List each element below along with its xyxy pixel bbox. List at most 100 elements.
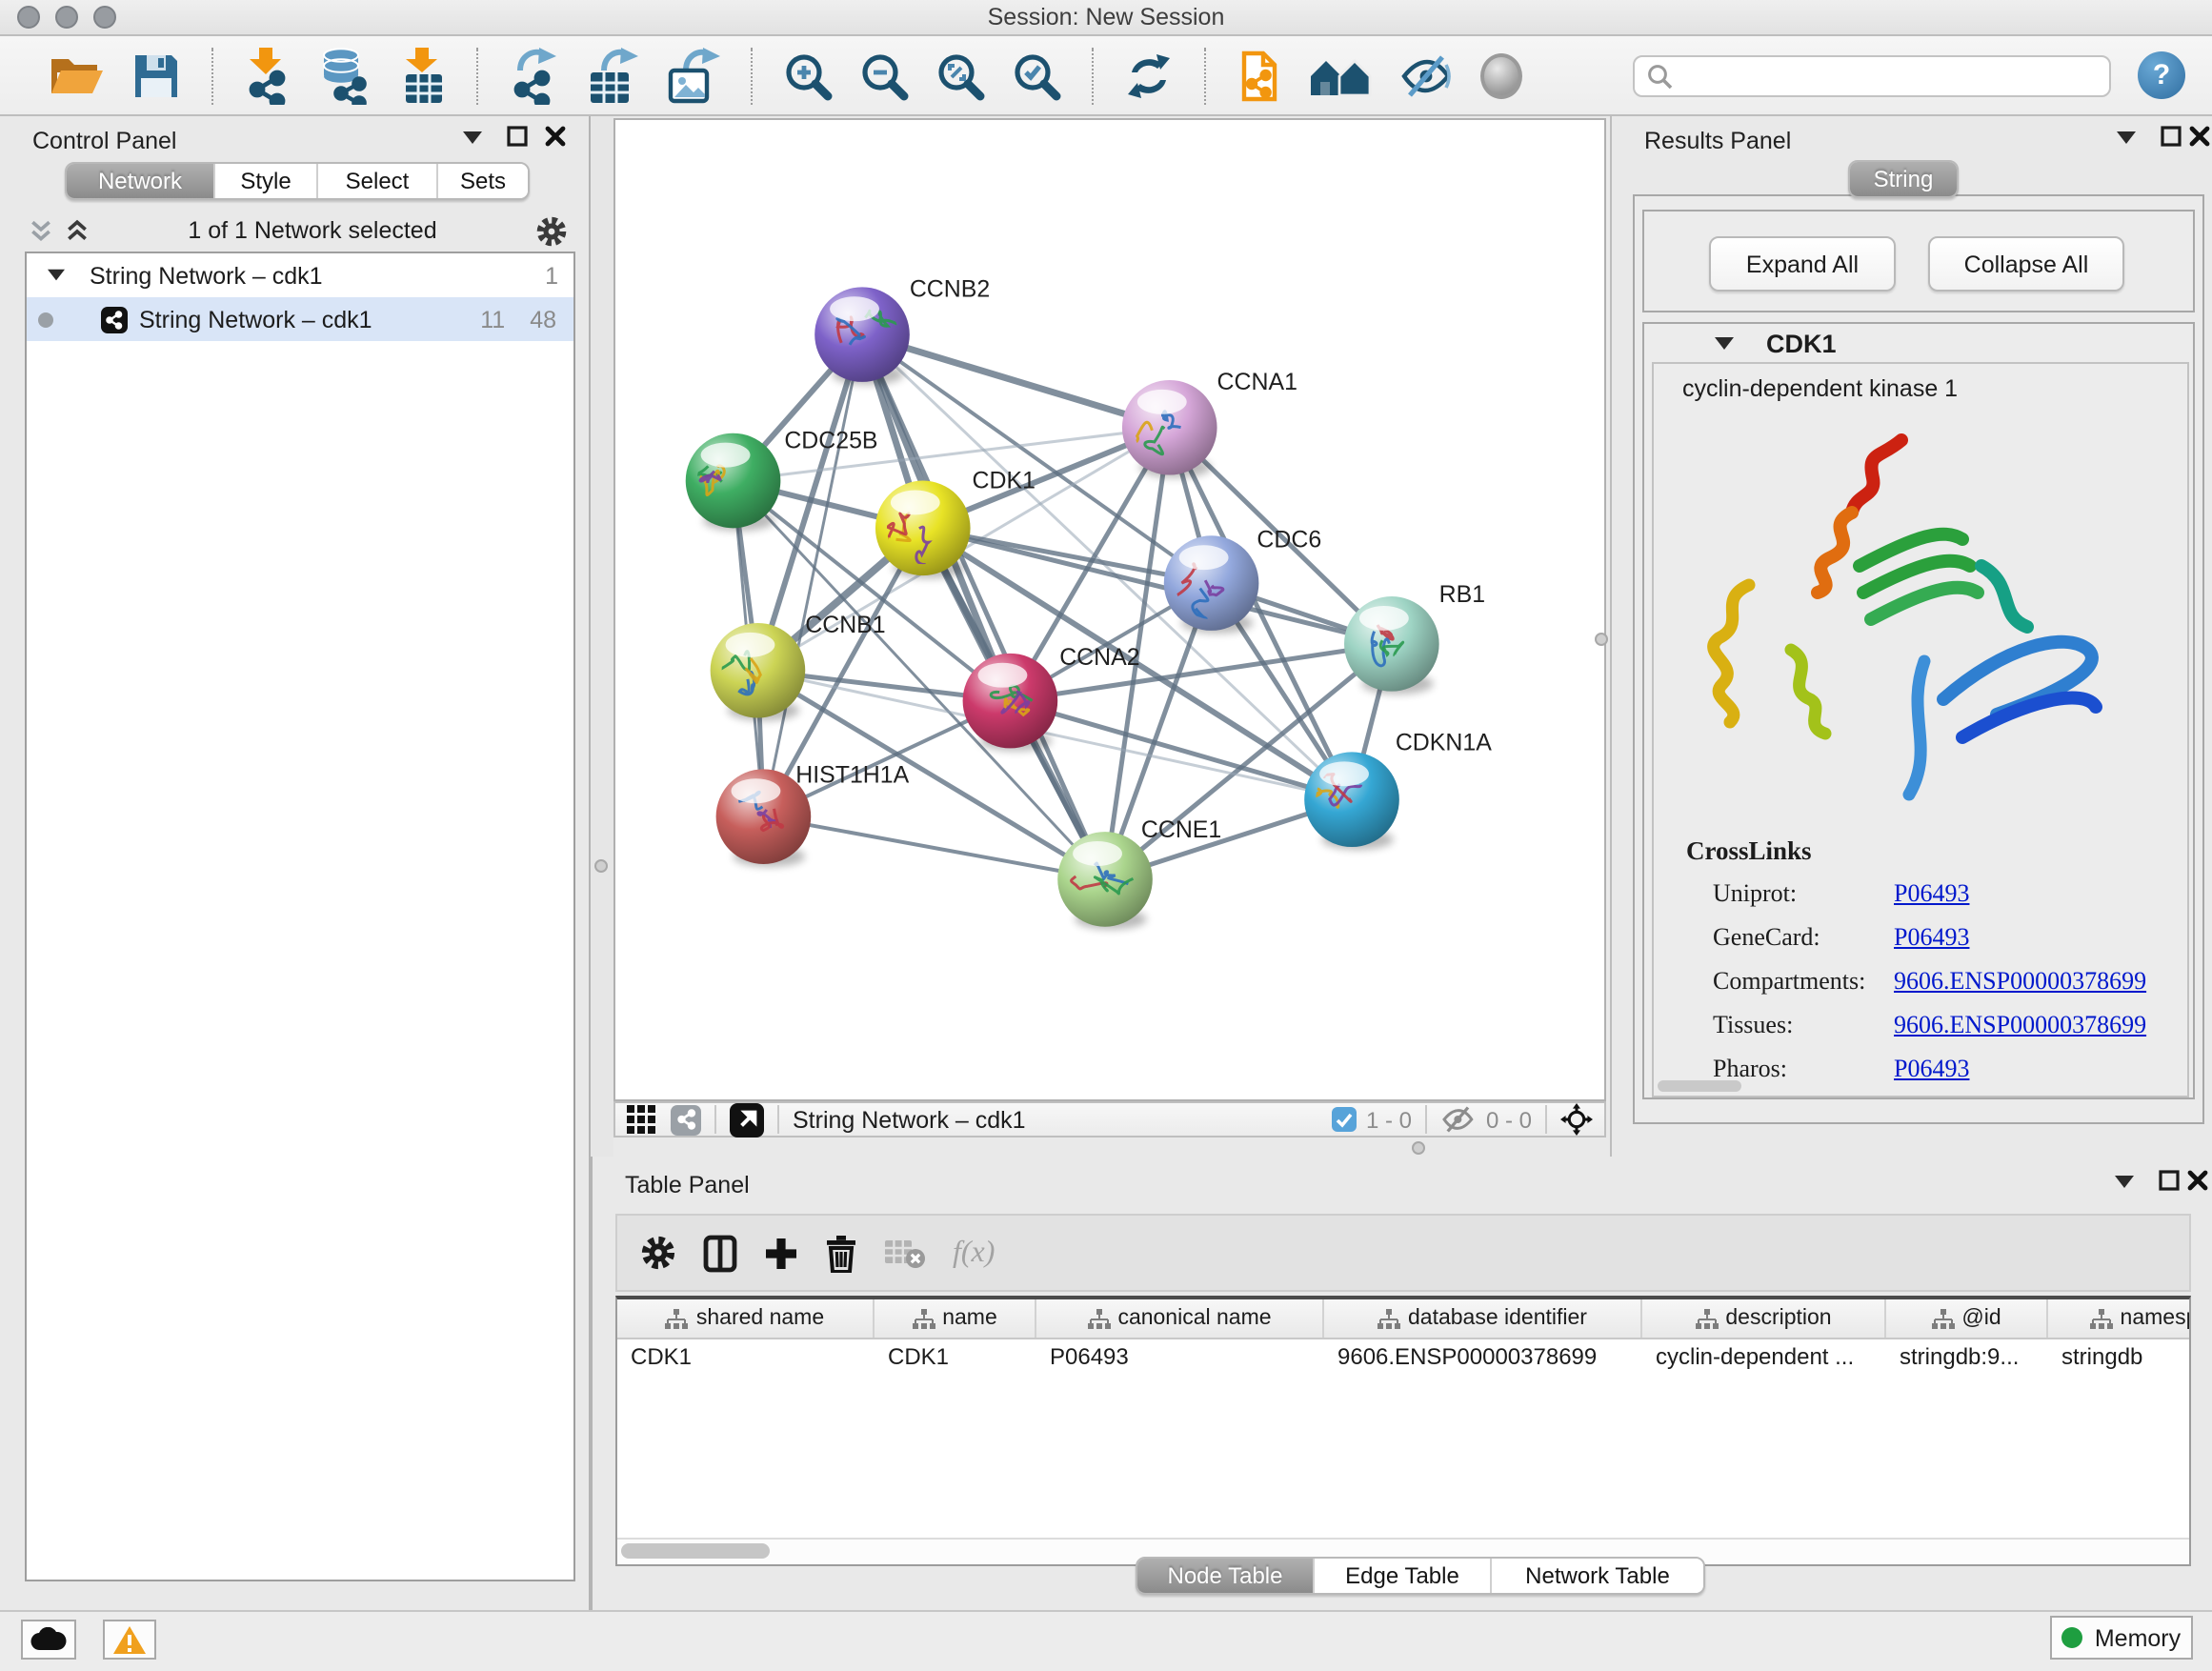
warnings-button[interactable] [103, 1620, 156, 1660]
zoom-fit-button[interactable] [935, 43, 985, 108]
column-attribute-icon [1087, 1308, 1110, 1329]
network-edge-CCNB2-CCNE1[interactable] [862, 334, 1105, 879]
toolbar-search[interactable] [1633, 54, 2111, 96]
table-options-gear-button[interactable] [640, 1235, 676, 1271]
table-cell: stringdb:9... [1886, 1342, 2048, 1369]
expand-all-networks-button[interactable] [65, 218, 90, 243]
open-in-window-button[interactable] [730, 1102, 764, 1137]
results-panel-menu-button[interactable] [2117, 131, 2136, 145]
memory-button[interactable]: Memory [2050, 1616, 2193, 1660]
network-row-selected[interactable]: String Network – cdk1 11 48 [27, 297, 573, 341]
result-entry-name[interactable]: CDK1 [1766, 330, 1837, 358]
network-node-CCNB1[interactable] [711, 623, 806, 721]
crosslink-uniprot[interactable]: P06493 [1894, 871, 1969, 915]
control-panel-float-button[interactable] [507, 126, 528, 147]
cloud-status-button[interactable] [21, 1620, 76, 1660]
string-document-button[interactable] [1237, 43, 1282, 108]
expand-all-button[interactable]: Expand All [1709, 236, 1896, 292]
grid-view-button[interactable] [627, 1105, 655, 1134]
network-canvas[interactable]: CCNB2CCNA1CDC25BCDK1CDC6RB1CCNB1CCNA2CDK… [613, 118, 1606, 1101]
network-node-CDKN1A[interactable] [1303, 752, 1398, 850]
save-session-button[interactable] [131, 43, 181, 108]
export-image-button[interactable] [667, 43, 720, 108]
control-panel-menu-button[interactable] [463, 131, 482, 145]
network-node-CDC25B[interactable] [686, 433, 781, 532]
string-badge-button[interactable] [671, 1104, 701, 1135]
column-header-namespace[interactable]: namespace [2048, 1299, 2191, 1338]
import-network-database-button[interactable] [316, 43, 373, 108]
tab-style[interactable]: Style [215, 164, 318, 198]
traffic-light-close-button[interactable] [17, 6, 40, 29]
network-options-gear-button[interactable] [535, 214, 568, 247]
traffic-light-zoom-button[interactable] [93, 6, 116, 29]
add-column-button[interactable] [764, 1236, 798, 1270]
export-network-button[interactable] [509, 43, 560, 108]
table-scrollbar-thumb[interactable] [621, 1543, 770, 1559]
column-header-canonical-name[interactable]: canonical name [1036, 1299, 1324, 1338]
network-node-CCNE1[interactable] [1057, 832, 1153, 930]
network-node-CDC6[interactable] [1158, 535, 1258, 634]
control-panel-close-button[interactable] [545, 126, 566, 147]
home-networks-button[interactable] [1309, 43, 1374, 108]
crosslink-pharos[interactable]: P06493 [1894, 1046, 1969, 1090]
network-node-label: CDC6 [1257, 526, 1321, 553]
table-cell: 9606.ENSP00000378699 [1324, 1342, 1642, 1369]
export-table-button[interactable] [587, 43, 640, 108]
network-collection-row[interactable]: String Network – cdk1 1 [27, 253, 573, 297]
tab-node-table[interactable]: Node Table [1137, 1559, 1315, 1593]
crosslink-genecard[interactable]: P06493 [1894, 915, 1969, 958]
tab-edge-table[interactable]: Edge Table [1315, 1559, 1492, 1593]
table-panel-menu-button[interactable] [2115, 1176, 2134, 1189]
network-edge-CCNB2-CCNA1[interactable] [862, 334, 1170, 428]
import-network-file-button[interactable] [244, 43, 290, 108]
column-header-description[interactable]: description [1642, 1299, 1886, 1338]
network-node-RB1[interactable] [1344, 596, 1439, 695]
crosslink-tissues[interactable]: 9606.ENSP00000378699 [1894, 1002, 2146, 1046]
right-splitter-handle[interactable] [1595, 633, 1608, 646]
birdseye-crosshair-icon[interactable] [1560, 1103, 1593, 1136]
traffic-light-minimize-button[interactable] [55, 6, 78, 29]
tab-select[interactable]: Select [318, 164, 438, 198]
open-session-button[interactable] [48, 43, 105, 108]
collapse-all-networks-button[interactable] [29, 218, 53, 243]
delete-column-button[interactable] [825, 1234, 857, 1272]
network-status-bar: String Network – cdk1 1 - 0 0 - 0 [613, 1101, 1606, 1137]
table-panel-float-button[interactable] [2159, 1170, 2180, 1191]
network-node-CCNA2[interactable] [963, 654, 1058, 752]
table-row[interactable]: CDK1CDK1P064939606.ENSP00000378699cyclin… [617, 1339, 2189, 1372]
zoom-selected-button[interactable] [1012, 43, 1061, 108]
network-node-CDK1[interactable] [875, 481, 971, 579]
search-input[interactable] [1673, 60, 2098, 91]
left-splitter[interactable] [591, 116, 613, 1157]
results-scrollbar-thumb[interactable] [1658, 1080, 1741, 1092]
column-attribute-icon [666, 1308, 689, 1329]
crosslink-compartments[interactable]: 9606.ENSP00000378699 [1894, 958, 2146, 1002]
selected-checkbox-icon[interactable] [1332, 1107, 1357, 1132]
results-panel-float-button[interactable] [2161, 126, 2182, 147]
import-table-file-button[interactable] [400, 43, 446, 108]
table-splitter-handle[interactable] [1412, 1141, 1425, 1155]
zoom-out-button[interactable] [859, 43, 909, 108]
collapse-entry-arrow-icon[interactable] [1715, 337, 1734, 351]
left-splitter-handle[interactable] [594, 859, 608, 873]
zoom-in-button[interactable] [783, 43, 833, 108]
refresh-view-button[interactable] [1124, 43, 1174, 108]
column-header-database-identifier[interactable]: database identifier [1324, 1299, 1642, 1338]
table-panel-close-button[interactable] [2187, 1170, 2208, 1191]
results-panel-close-button[interactable] [2189, 126, 2210, 147]
tab-sets[interactable]: Sets [438, 164, 528, 198]
network-node-CCNA1[interactable] [1120, 380, 1217, 478]
tab-network[interactable]: Network [67, 164, 215, 198]
hide-glass-button[interactable] [1400, 43, 1454, 108]
show-glass-button[interactable] [1480, 43, 1522, 108]
delete-table-button-disabled [884, 1238, 926, 1268]
network-edge-CCNB2-HIST1H1A[interactable] [763, 334, 862, 816]
column-header-shared-name[interactable]: shared name [617, 1299, 875, 1338]
column-header--id[interactable]: @id [1886, 1299, 2048, 1338]
tab-string[interactable]: String [1850, 162, 1957, 196]
collapse-all-button[interactable]: Collapse All [1928, 236, 2124, 292]
tab-network-table[interactable]: Network Table [1492, 1559, 1703, 1593]
help-button[interactable]: ? [2138, 51, 2185, 99]
column-header-name[interactable]: name [875, 1299, 1036, 1338]
show-columns-button[interactable] [703, 1234, 737, 1272]
